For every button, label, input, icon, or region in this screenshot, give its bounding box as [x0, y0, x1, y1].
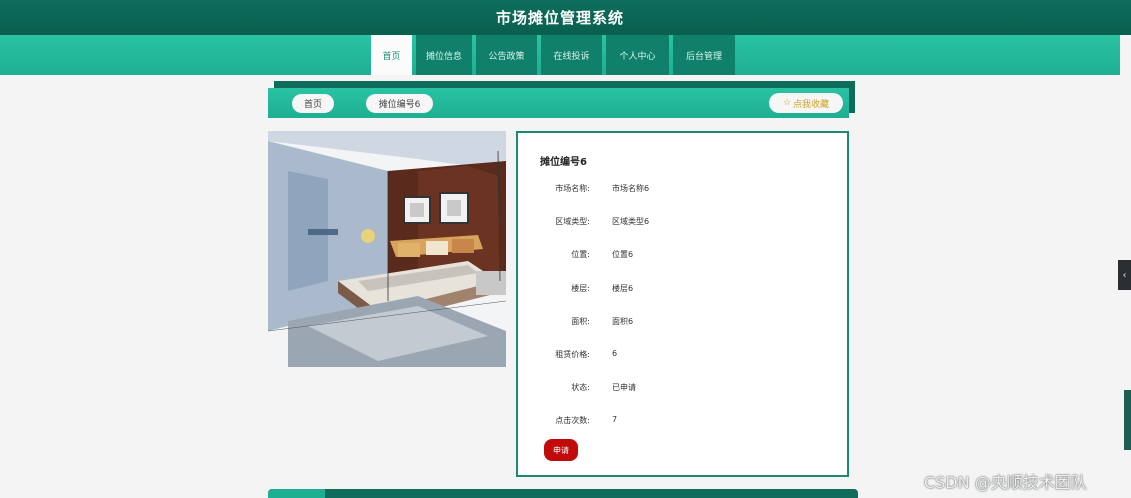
field-area-type: 区域类型: 区域类型6	[518, 216, 848, 230]
nav-item-user-center[interactable]: 个人中心	[606, 35, 669, 75]
main-nav: 首页 摊位信息 公告政策 在线投诉 个人中心 后台管理	[371, 35, 739, 75]
apply-button[interactable]: 申请	[544, 439, 578, 461]
side-strip	[1124, 390, 1131, 450]
field-status: 状态: 已申请	[518, 382, 848, 396]
field-value: 6	[612, 349, 618, 358]
favorite-button[interactable]: ☆ 点我收藏	[769, 93, 843, 113]
site-title: 市场摊位管理系统	[495, 9, 624, 27]
nav-item-home[interactable]: 首页	[371, 35, 412, 75]
field-value: 区域类型6	[612, 217, 650, 226]
main-nav-bar: 首页 摊位信息 公告政策 在线投诉 个人中心 后台管理	[0, 35, 1120, 75]
field-label: 市场名称:	[555, 184, 590, 193]
nav-item-stall-info[interactable]: 摊位信息	[416, 35, 472, 75]
field-label: 区域类型:	[555, 217, 590, 226]
bottom-section-tab[interactable]	[268, 489, 325, 498]
favorite-label: 点我收藏	[793, 99, 830, 110]
nav-item-announcements[interactable]: 公告政策	[476, 35, 537, 75]
field-value: 已申请	[612, 383, 636, 392]
field-value: 7	[612, 415, 618, 424]
field-size: 面积: 面积6	[518, 316, 848, 330]
field-label: 点击次数:	[555, 416, 590, 425]
field-value: 面积6	[612, 317, 634, 326]
field-rent-price: 租赁价格: 6	[518, 349, 848, 363]
field-label: 楼层:	[571, 284, 590, 293]
field-click-count: 点击次数: 7	[518, 415, 848, 429]
stall-photo	[268, 131, 506, 367]
field-label: 租赁价格:	[555, 350, 590, 359]
breadcrumb: 首页 摊位编号6 ☆ 点我收藏	[268, 88, 849, 118]
star-icon: ☆	[782, 98, 792, 108]
field-value: 市场名称6	[612, 184, 650, 193]
field-label: 状态:	[571, 383, 590, 392]
field-value: 位置6	[612, 250, 634, 259]
field-location: 位置: 位置6	[518, 249, 848, 263]
top-header: 市场摊位管理系统	[0, 0, 1131, 35]
bedroom-sketch-image	[268, 131, 506, 367]
chevron-left-icon[interactable]: ‹	[1118, 260, 1131, 290]
field-label: 位置:	[571, 250, 590, 259]
watermark: CSDN @央顺技术团队	[924, 473, 1087, 492]
field-value: 楼层6	[612, 284, 634, 293]
breadcrumb-current[interactable]: 摊位编号6	[366, 94, 433, 113]
nav-item-complaints[interactable]: 在线投诉	[541, 35, 602, 75]
field-label: 面积:	[571, 317, 590, 326]
breadcrumb-home[interactable]: 首页	[292, 94, 334, 113]
stall-detail-panel: 摊位编号6 市场名称: 市场名称6 区域类型: 区域类型6 位置: 位置6 楼层…	[516, 131, 849, 477]
nav-item-admin[interactable]: 后台管理	[673, 35, 735, 75]
bottom-section-header	[268, 489, 858, 498]
field-market-name: 市场名称: 市场名称6	[518, 183, 848, 197]
field-floor: 楼层: 楼层6	[518, 283, 848, 297]
stall-detail-title: 摊位编号6	[540, 157, 587, 168]
